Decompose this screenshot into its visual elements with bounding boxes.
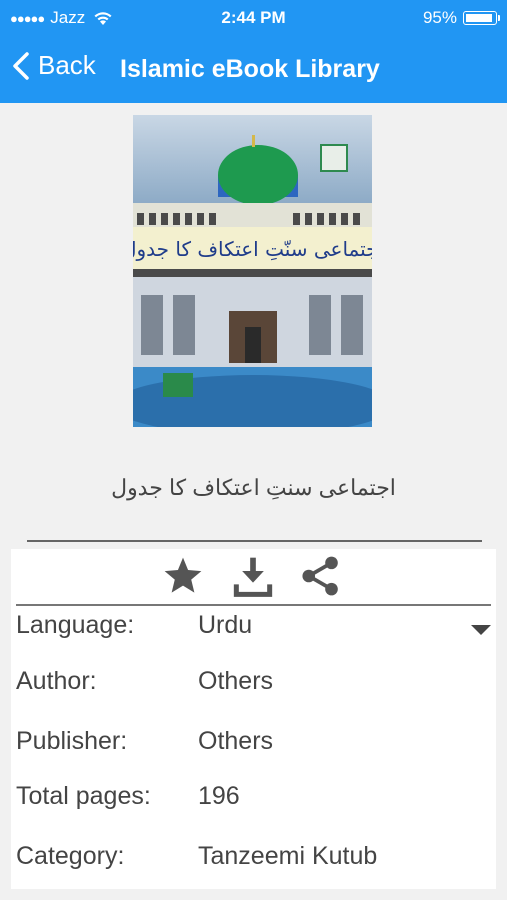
language-label: Language: (16, 611, 135, 639)
status-bar: ●●●●● Jazz 2:44 PM 95% (0, 0, 507, 34)
divider (27, 540, 482, 542)
category-label: Category: (16, 842, 125, 870)
cover-title: اجتماعی سنّتِ اعتکاف کا جدول (133, 237, 372, 261)
total-pages-value: 196 (198, 782, 240, 810)
download-icon[interactable] (233, 555, 273, 597)
page-title: Islamic eBook Library (120, 55, 380, 83)
total-pages-label: Total pages: (16, 782, 151, 810)
chevron-left-icon (13, 51, 29, 80)
publisher-value: Others (198, 727, 274, 755)
book-title: اجتماعی سنتِ اعتکاف کا جدول (111, 475, 396, 500)
app-header: ●●●●● Jazz 2:44 PM 95% Back Islamic eBoo… (0, 0, 507, 103)
battery-percent: 95% (422, 8, 457, 27)
author-label: Author: (16, 667, 97, 695)
chevron-down-icon[interactable] (471, 625, 491, 635)
book-details-panel: Language: Urdu Author: Others Publisher:… (11, 549, 496, 889)
battery-info: 95% (422, 8, 500, 28)
author-value: Others (198, 667, 274, 695)
share-icon[interactable] (297, 555, 345, 597)
divider (16, 604, 491, 606)
star-icon[interactable] (161, 555, 205, 597)
language-value: Urdu (198, 611, 253, 639)
navigation-bar: Back Islamic eBook Library (0, 48, 507, 88)
action-bar (11, 549, 496, 603)
category-value: Tanzeemi Kutub (198, 842, 378, 870)
publisher-label: Publisher: (16, 727, 128, 755)
book-cover[interactable]: اجتماعی سنّتِ اعتکاف کا جدول (133, 115, 372, 427)
cover-artwork: اجتماعی سنّتِ اعتکاف کا جدول (133, 135, 372, 427)
back-label: Back (38, 50, 96, 80)
back-button[interactable]: Back (12, 50, 96, 81)
battery-icon (463, 11, 500, 25)
